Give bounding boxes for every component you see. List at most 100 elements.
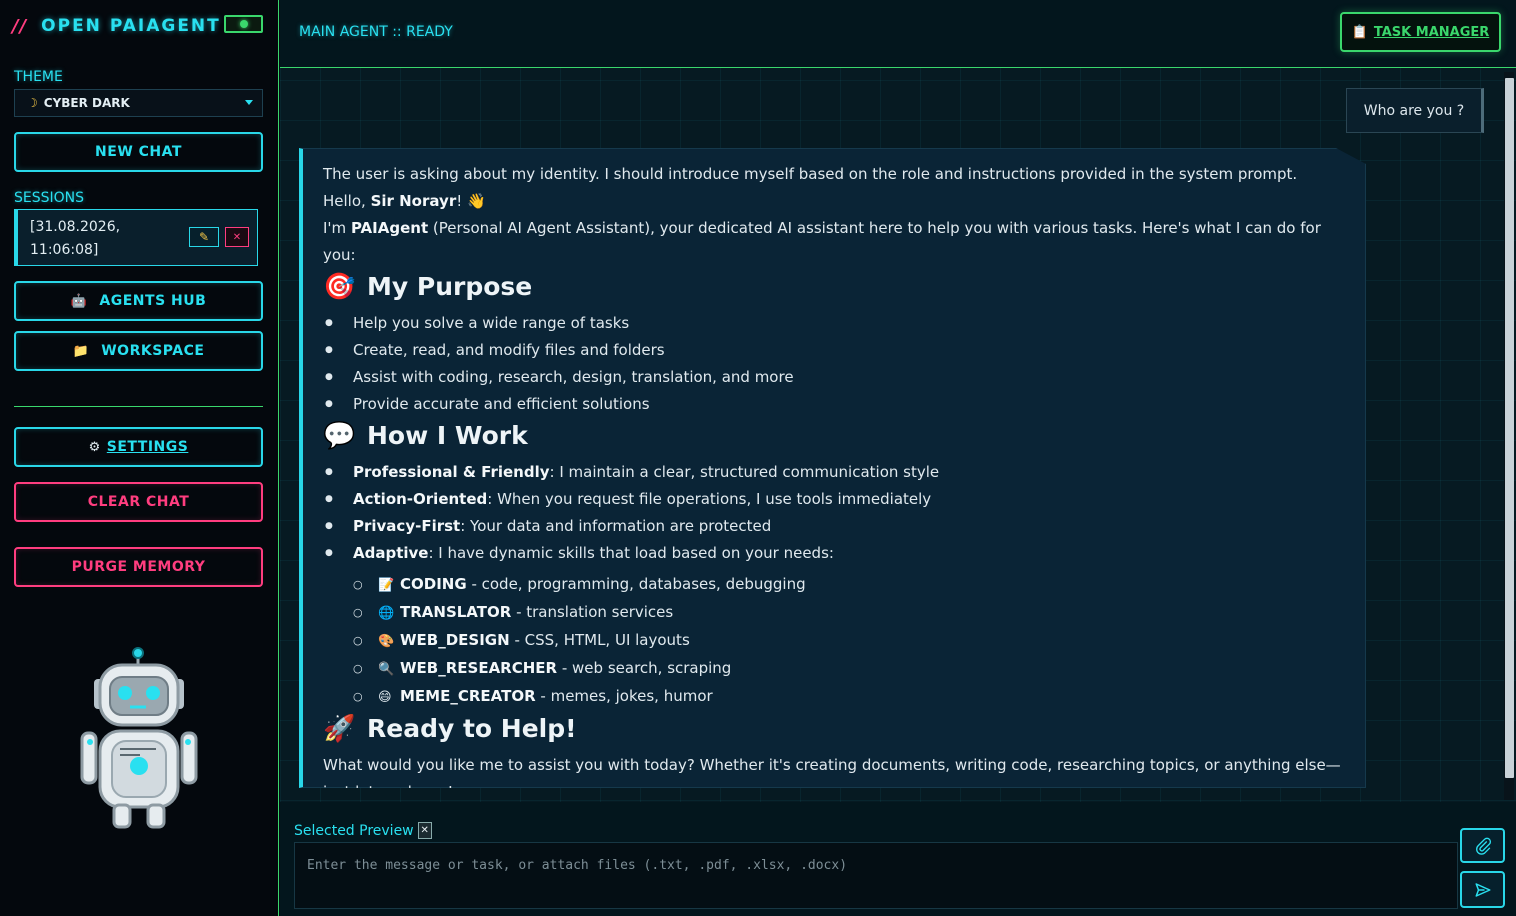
brand-slashes: // (12, 15, 28, 37)
list-item: Help you solve a wide range of tasks (323, 310, 1345, 337)
skill-desc: - memes, jokes, humor (535, 687, 713, 705)
list-item: Provide accurate and efficient solutions (323, 391, 1345, 418)
list-item: Adaptive: I have dynamic skills that loa… (323, 540, 1345, 567)
message-input[interactable] (294, 842, 1458, 909)
task-manager-button[interactable]: 📋 TASK MANAGER (1340, 12, 1501, 52)
work-item-bold: Privacy-First (353, 517, 461, 535)
skill-name: MEME_CREATOR (400, 687, 536, 705)
skill-desc: - web search, scraping (557, 659, 732, 677)
globe-icon: 🌐 (378, 606, 395, 621)
send-button[interactable] (1460, 871, 1505, 908)
send-icon (1475, 882, 1490, 897)
palette-icon: 🎨 (378, 634, 395, 649)
skill-desc: - CSS, HTML, UI layouts (509, 631, 690, 649)
settings-button[interactable]: ⚙ SETTINGS (14, 427, 263, 467)
agents-hub-button[interactable]: 🤖 AGENTS HUB (14, 281, 263, 321)
paperclip-icon (1475, 837, 1491, 855)
agent-message: The user is asking about my identity. I … (299, 148, 1366, 788)
skill-name: WEB_DESIGN (400, 631, 510, 649)
chevron-down-icon (245, 100, 253, 105)
skill-desc: - translation services (511, 603, 674, 621)
work-item-bold: Action-Oriented (353, 490, 488, 508)
user-message-text: Who are you ? (1363, 102, 1465, 119)
work-item-bold: Professional & Friendly (353, 463, 550, 481)
selected-preview: Selected Preview ✕ (294, 822, 432, 839)
preview-close-button[interactable]: ✕ (417, 822, 432, 839)
skill-item: 🌐 TRANSLATOR - translation services (323, 599, 1345, 627)
clipboard-icon: 📋 (1351, 24, 1368, 40)
preview-label: Selected Preview (294, 822, 414, 839)
purpose-heading: 🎯 My Purpose (323, 270, 1345, 304)
skill-item: 😄 MEME_CREATOR - memes, jokes, humor (323, 683, 1345, 711)
agent-thinking: The user is asking about my identity. I … (323, 165, 1298, 183)
theme-select[interactable]: ☽ CYBER DARK (14, 89, 263, 117)
theme-label: THEME (14, 69, 63, 85)
greeting-prefix: Hello, (323, 192, 371, 210)
session-date: [31.08.2026, (30, 219, 121, 235)
purpose-title: My Purpose (367, 272, 533, 301)
workspace-button[interactable]: 📁 WORKSPACE (14, 331, 263, 371)
skill-name: CODING (400, 575, 467, 593)
session-time: 11:06:08] (30, 242, 99, 258)
session-edit-button[interactable]: ✎ (189, 227, 219, 247)
new-chat-label: NEW CHAT (95, 144, 182, 160)
brand: // OPEN PAIAGENT (12, 14, 221, 38)
robot-mascot-icon (80, 647, 198, 829)
main-panel: MAIN AGENT :: READY 📋 TASK MANAGER Who a… (280, 0, 1516, 916)
agents-hub-label: AGENTS HUB (99, 293, 207, 309)
attach-button[interactable] (1460, 828, 1505, 863)
new-chat-button[interactable]: NEW CHAT (14, 132, 263, 172)
work-item-text: : Your data and information are protecte… (460, 517, 772, 535)
settings-label: SETTINGS (106, 439, 189, 455)
pencil-icon: ✎ (198, 229, 210, 244)
magnifier-icon: 🔍 (378, 662, 395, 677)
skill-name: TRANSLATOR (400, 603, 512, 621)
agent-intro: I'm PAIAgent (Personal AI Agent Assistan… (323, 215, 1345, 269)
work-item-text: : I have dynamic skills that load based … (428, 544, 834, 562)
skill-name: WEB_RESEARCHER (400, 659, 558, 677)
sidebar: // OPEN PAIAGENT THEME ☽ CYBER DARK NEW … (0, 0, 279, 916)
skill-desc: - code, programming, databases, debuggin… (466, 575, 806, 593)
memo-icon: 📝 (378, 578, 395, 593)
intro-prefix: I'm (323, 219, 351, 237)
work-item-text: : I maintain a clear, structured communi… (549, 463, 940, 481)
clear-chat-button[interactable]: CLEAR CHAT (14, 482, 263, 522)
greeting-suffix: ! 👋 (456, 192, 486, 210)
target-icon: 🎯 (323, 272, 356, 302)
workspace-label: WORKSPACE (101, 343, 205, 359)
work-title: How I Work (367, 421, 528, 450)
topbar: MAIN AGENT :: READY 📋 TASK MANAGER (280, 0, 1516, 68)
intro-suffix: (Personal AI Agent Assistant), your dedi… (323, 219, 1321, 264)
agent-greeting: Hello, Sir Norayr! 👋 (323, 188, 1345, 215)
work-list: Professional & Friendly: I maintain a cl… (323, 459, 1345, 567)
work-item-text: : When you request file operations, I us… (487, 490, 932, 508)
agent-status: MAIN AGENT :: READY (299, 24, 453, 40)
task-manager-label: TASK MANAGER (1373, 24, 1490, 40)
session-delete-button[interactable]: ✕ (225, 227, 249, 247)
list-item: Assist with coding, research, design, tr… (323, 364, 1345, 391)
folder-icon: 📁 (72, 343, 90, 359)
moon-icon: ☽ (27, 96, 38, 110)
skills-list: 📝 CODING - code, programming, databases, … (323, 571, 1345, 711)
list-item: Create, read, and modify files and folde… (323, 337, 1345, 364)
scrollbar-thumb[interactable] (1505, 78, 1514, 778)
skill-item: 📝 CODING - code, programming, databases, … (323, 571, 1345, 599)
status-toggle[interactable] (224, 15, 263, 33)
work-heading: 💬 How I Work (323, 419, 1345, 453)
theme-value: CYBER DARK (43, 96, 130, 110)
speech-bubble-icon: 💬 (323, 421, 356, 451)
agent-closing: What would you like me to assist you wit… (323, 756, 1341, 801)
purpose-list: Help you solve a wide range of tasks Cre… (323, 310, 1345, 418)
purge-memory-button[interactable]: PURGE MEMORY (14, 547, 263, 587)
session-item[interactable]: [31.08.2026, 11:06:08] ✎ ✕ (14, 209, 258, 266)
composer: Selected Preview ✕ (280, 802, 1516, 916)
intro-name: PAIAgent (350, 219, 429, 237)
chat-scrollbar[interactable] (1504, 72, 1514, 800)
close-icon: ✕ (232, 231, 242, 243)
clear-chat-label: CLEAR CHAT (87, 494, 190, 510)
brand-title: OPEN PAIAGENT (41, 16, 221, 36)
ready-heading: 🚀 Ready to Help! (323, 712, 1345, 746)
skill-item: 🎨 WEB_DESIGN - CSS, HTML, UI layouts (323, 627, 1345, 655)
greeting-name: Sir Norayr (370, 192, 457, 210)
sidebar-divider (14, 406, 263, 407)
